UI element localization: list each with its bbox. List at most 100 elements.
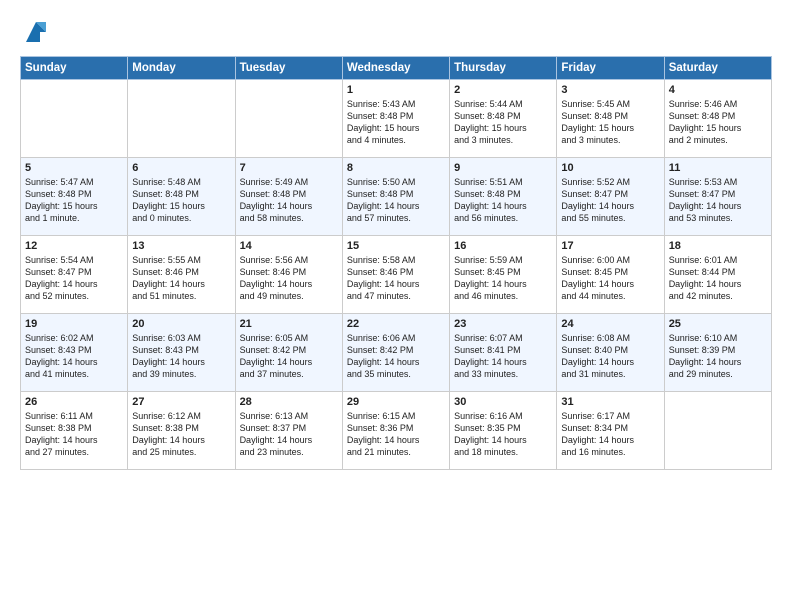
calendar-cell: 22 Sunrise: 6:06 AM Sunset: 8:42 PM Dayli… <box>342 314 449 392</box>
calendar-cell: 3 Sunrise: 5:45 AM Sunset: 8:48 PM Daylig… <box>557 80 664 158</box>
day-info: Sunrise: 6:16 AM Sunset: 8:35 PM Dayligh… <box>454 410 552 459</box>
day-number: 3 <box>561 84 659 96</box>
day-info: Sunrise: 6:03 AM Sunset: 8:43 PM Dayligh… <box>132 332 230 381</box>
day-number: 19 <box>25 318 123 330</box>
week-row-4: 19 Sunrise: 6:02 AM Sunset: 8:43 PM Dayli… <box>21 314 772 392</box>
calendar-cell: 16Sunrise: 5:59 AM Sunset: 8:45 PM Dayli… <box>450 236 557 314</box>
calendar-cell: 13Sunrise: 5:55 AM Sunset: 8:46 PM Dayli… <box>128 236 235 314</box>
day-number: 31 <box>561 396 659 408</box>
calendar-cell: 24 Sunrise: 6:08 AM Sunset: 8:40 PM Dayli… <box>557 314 664 392</box>
day-number: 8 <box>347 162 445 174</box>
day-info: Sunrise: 5:43 AM Sunset: 8:48 PM Dayligh… <box>347 98 445 147</box>
calendar-cell: 15 Sunrise: 5:58 AM Sunset: 8:46 PM Dayli… <box>342 236 449 314</box>
day-info: Sunrise: 6:13 AM Sunset: 8:37 PM Dayligh… <box>240 410 338 459</box>
day-number: 24 <box>561 318 659 330</box>
day-number: 20 <box>132 318 230 330</box>
calendar-cell <box>664 392 771 470</box>
header-monday: Monday <box>128 57 235 80</box>
header-tuesday: Tuesday <box>235 57 342 80</box>
day-number: 18 <box>669 240 767 252</box>
calendar-cell: 30 Sunrise: 6:16 AM Sunset: 8:35 PM Dayli… <box>450 392 557 470</box>
day-info: Sunrise: 5:51 AM Sunset: 8:48 PM Dayligh… <box>454 176 552 225</box>
calendar-cell: 6 Sunrise: 5:48 AM Sunset: 8:48 PM Daylig… <box>128 158 235 236</box>
calendar-cell: 14Sunrise: 5:56 AM Sunset: 8:46 PM Dayli… <box>235 236 342 314</box>
day-info: Sunrise: 5:55 AM Sunset: 8:46 PM Dayligh… <box>132 254 230 303</box>
calendar-cell: 29 Sunrise: 6:15 AM Sunset: 8:36 PM Dayli… <box>342 392 449 470</box>
day-info: Sunrise: 5:52 AM Sunset: 8:47 PM Dayligh… <box>561 176 659 225</box>
day-number: 22 <box>347 318 445 330</box>
day-number: 12 <box>25 240 123 252</box>
day-info: Sunrise: 5:50 AM Sunset: 8:48 PM Dayligh… <box>347 176 445 225</box>
day-number: 7 <box>240 162 338 174</box>
calendar-cell: 5 Sunrise: 5:47 AM Sunset: 8:48 PM Daylig… <box>21 158 128 236</box>
day-number: 5 <box>25 162 123 174</box>
day-info: Sunrise: 6:08 AM Sunset: 8:40 PM Dayligh… <box>561 332 659 381</box>
calendar-cell <box>21 80 128 158</box>
day-info: Sunrise: 6:02 AM Sunset: 8:43 PM Dayligh… <box>25 332 123 381</box>
day-info: Sunrise: 5:48 AM Sunset: 8:48 PM Dayligh… <box>132 176 230 225</box>
day-info: Sunrise: 6:12 AM Sunset: 8:38 PM Dayligh… <box>132 410 230 459</box>
calendar-cell: 28 Sunrise: 6:13 AM Sunset: 8:37 PM Dayli… <box>235 392 342 470</box>
day-number: 25 <box>669 318 767 330</box>
calendar-cell: 8 Sunrise: 5:50 AM Sunset: 8:48 PM Daylig… <box>342 158 449 236</box>
calendar-cell: 27 Sunrise: 6:12 AM Sunset: 8:38 PM Dayli… <box>128 392 235 470</box>
calendar-cell: 31 Sunrise: 6:17 AM Sunset: 8:34 PM Dayli… <box>557 392 664 470</box>
day-info: Sunrise: 6:07 AM Sunset: 8:41 PM Dayligh… <box>454 332 552 381</box>
calendar-cell: 19 Sunrise: 6:02 AM Sunset: 8:43 PM Dayli… <box>21 314 128 392</box>
header-sunday: Sunday <box>21 57 128 80</box>
calendar-cell: 20 Sunrise: 6:03 AM Sunset: 8:43 PM Dayli… <box>128 314 235 392</box>
calendar-table: SundayMondayTuesdayWednesdayThursdayFrid… <box>20 56 772 470</box>
header-wednesday: Wednesday <box>342 57 449 80</box>
header <box>20 18 772 46</box>
calendar-cell: 18 Sunrise: 6:01 AM Sunset: 8:44 PM Dayli… <box>664 236 771 314</box>
calendar-cell: 17Sunrise: 6:00 AM Sunset: 8:45 PM Dayli… <box>557 236 664 314</box>
calendar-cell: 1Sunrise: 5:43 AM Sunset: 8:48 PM Daylig… <box>342 80 449 158</box>
calendar-cell <box>235 80 342 158</box>
header-thursday: Thursday <box>450 57 557 80</box>
day-number: 29 <box>347 396 445 408</box>
calendar-cell: 11Sunrise: 5:53 AM Sunset: 8:47 PM Dayli… <box>664 158 771 236</box>
day-info: Sunrise: 6:05 AM Sunset: 8:42 PM Dayligh… <box>240 332 338 381</box>
header-friday: Friday <box>557 57 664 80</box>
page: SundayMondayTuesdayWednesdayThursdayFrid… <box>0 0 792 612</box>
day-info: Sunrise: 6:10 AM Sunset: 8:39 PM Dayligh… <box>669 332 767 381</box>
day-info: Sunrise: 6:11 AM Sunset: 8:38 PM Dayligh… <box>25 410 123 459</box>
calendar-cell: 7 Sunrise: 5:49 AM Sunset: 8:48 PM Daylig… <box>235 158 342 236</box>
day-number: 14 <box>240 240 338 252</box>
day-number: 2 <box>454 84 552 96</box>
calendar-cell: 10Sunrise: 5:52 AM Sunset: 8:47 PM Dayli… <box>557 158 664 236</box>
logo-icon <box>22 18 50 46</box>
calendar-cell: 2 Sunrise: 5:44 AM Sunset: 8:48 PM Daylig… <box>450 80 557 158</box>
calendar-cell <box>128 80 235 158</box>
day-number: 15 <box>347 240 445 252</box>
day-info: Sunrise: 5:46 AM Sunset: 8:48 PM Dayligh… <box>669 98 767 147</box>
day-info: Sunrise: 5:49 AM Sunset: 8:48 PM Dayligh… <box>240 176 338 225</box>
day-info: Sunrise: 6:17 AM Sunset: 8:34 PM Dayligh… <box>561 410 659 459</box>
day-number: 17 <box>561 240 659 252</box>
day-number: 21 <box>240 318 338 330</box>
calendar-cell: 25 Sunrise: 6:10 AM Sunset: 8:39 PM Dayli… <box>664 314 771 392</box>
day-info: Sunrise: 5:45 AM Sunset: 8:48 PM Dayligh… <box>561 98 659 147</box>
week-row-5: 26Sunrise: 6:11 AM Sunset: 8:38 PM Dayli… <box>21 392 772 470</box>
day-number: 30 <box>454 396 552 408</box>
calendar-header-row: SundayMondayTuesdayWednesdayThursdayFrid… <box>21 57 772 80</box>
day-info: Sunrise: 6:06 AM Sunset: 8:42 PM Dayligh… <box>347 332 445 381</box>
day-info: Sunrise: 6:01 AM Sunset: 8:44 PM Dayligh… <box>669 254 767 303</box>
day-number: 28 <box>240 396 338 408</box>
day-info: Sunrise: 5:47 AM Sunset: 8:48 PM Dayligh… <box>25 176 123 225</box>
header-saturday: Saturday <box>664 57 771 80</box>
day-info: Sunrise: 5:44 AM Sunset: 8:48 PM Dayligh… <box>454 98 552 147</box>
day-info: Sunrise: 5:59 AM Sunset: 8:45 PM Dayligh… <box>454 254 552 303</box>
day-info: Sunrise: 5:58 AM Sunset: 8:46 PM Dayligh… <box>347 254 445 303</box>
calendar-cell: 23Sunrise: 6:07 AM Sunset: 8:41 PM Dayli… <box>450 314 557 392</box>
day-number: 27 <box>132 396 230 408</box>
day-info: Sunrise: 5:54 AM Sunset: 8:47 PM Dayligh… <box>25 254 123 303</box>
day-number: 9 <box>454 162 552 174</box>
day-info: Sunrise: 6:15 AM Sunset: 8:36 PM Dayligh… <box>347 410 445 459</box>
calendar-cell: 21 Sunrise: 6:05 AM Sunset: 8:42 PM Dayli… <box>235 314 342 392</box>
calendar-cell: 26Sunrise: 6:11 AM Sunset: 8:38 PM Dayli… <box>21 392 128 470</box>
day-number: 11 <box>669 162 767 174</box>
logo <box>20 18 50 46</box>
day-number: 4 <box>669 84 767 96</box>
day-number: 6 <box>132 162 230 174</box>
